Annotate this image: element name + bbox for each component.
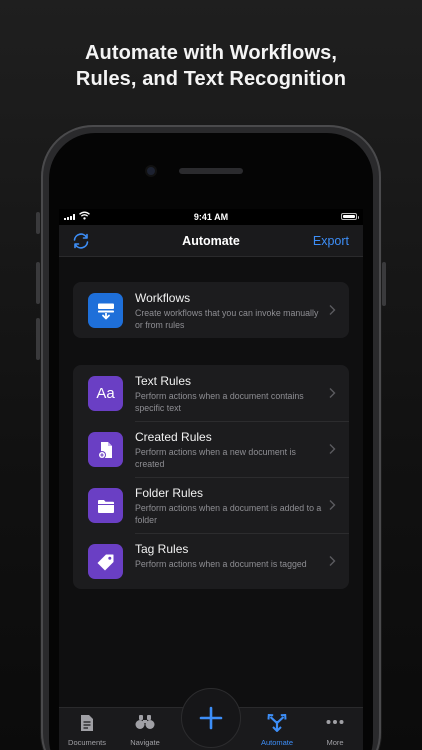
front-camera — [147, 167, 155, 175]
text-rules-icon: Aa — [88, 376, 123, 411]
rule-title: Text Rules — [135, 374, 192, 388]
workflow-icon — [88, 293, 123, 328]
workflows-card: Workflows Create workflows that you can … — [73, 282, 349, 338]
chevron-right-icon — [329, 500, 336, 510]
rule-subtitle: Perform actions when a document is tagge… — [135, 559, 307, 569]
chevron-right-icon — [329, 444, 336, 454]
tag-icon — [88, 544, 123, 579]
chevron-right-icon — [329, 388, 336, 398]
automate-icon — [267, 714, 287, 732]
workflows-row[interactable]: Workflows Create workflows that you can … — [73, 282, 349, 338]
rule-row-created[interactable]: Created Rules Perform actions when a new… — [73, 421, 349, 477]
navigation-bar: Automate Export — [59, 225, 363, 257]
tab-label: Automate — [260, 738, 294, 747]
more-icon — [326, 720, 344, 724]
tab-label: Documents — [68, 738, 106, 747]
rule-subtitle: Perform actions when a new document is c… — [135, 447, 296, 469]
tab-automate[interactable]: Automate — [251, 708, 303, 750]
earpiece-speaker — [179, 168, 243, 174]
tab-navigate[interactable]: Navigate — [119, 708, 171, 750]
mute-switch — [36, 212, 40, 234]
headline-line-1: Automate with Workflows, — [84, 42, 338, 64]
binoculars-icon — [135, 715, 155, 729]
rule-row-text[interactable]: Aa Text Rules Perform actions when a doc… — [73, 365, 349, 421]
battery-icon — [341, 213, 359, 220]
rules-card: Aa Text Rules Perform actions when a doc… — [73, 365, 349, 589]
tab-more[interactable]: More — [309, 708, 361, 750]
rule-title: Folder Rules — [135, 486, 204, 500]
rule-row-folder[interactable]: Folder Rules Perform actions when a docu… — [73, 477, 349, 533]
headline-line-2: Rules, and Text Recognition — [75, 68, 347, 90]
rule-row-tag[interactable]: Tag Rules Perform actions when a documen… — [73, 533, 349, 589]
rule-title: Tag Rules — [135, 542, 189, 556]
documents-icon — [81, 715, 93, 731]
status-bar: 9:41 AM — [59, 209, 363, 225]
text-rules-glyph: Aa — [96, 385, 115, 402]
power-button — [382, 262, 386, 306]
automate-content: Workflows Create workflows that you can … — [59, 257, 363, 707]
plus-icon — [199, 706, 223, 730]
rule-title: Created Rules — [135, 430, 212, 444]
app-screen: 9:41 AM Automate Export Workflows Create… — [59, 209, 363, 750]
marketing-headline: Automate with Workflows, Rules, and Text… — [0, 40, 422, 92]
workflows-subtitle: Create workflows that you can invoke man… — [135, 308, 319, 330]
rule-subtitle: Perform actions when a document contains… — [135, 391, 304, 413]
rule-subtitle: Perform actions when a document is added… — [135, 503, 322, 525]
export-button[interactable]: Export — [313, 234, 349, 248]
folder-icon — [88, 488, 123, 523]
volume-up-button — [36, 262, 40, 304]
tab-documents[interactable]: Documents — [61, 708, 113, 750]
new-document-icon — [88, 432, 123, 467]
add-button[interactable] — [181, 688, 241, 748]
tab-label: More — [326, 738, 344, 747]
chevron-right-icon — [329, 556, 336, 566]
chevron-right-icon — [329, 305, 336, 315]
tab-label: Navigate — [130, 738, 160, 747]
workflows-title: Workflows — [135, 291, 191, 305]
volume-down-button — [36, 318, 40, 360]
status-time: 9:41 AM — [193, 212, 229, 222]
